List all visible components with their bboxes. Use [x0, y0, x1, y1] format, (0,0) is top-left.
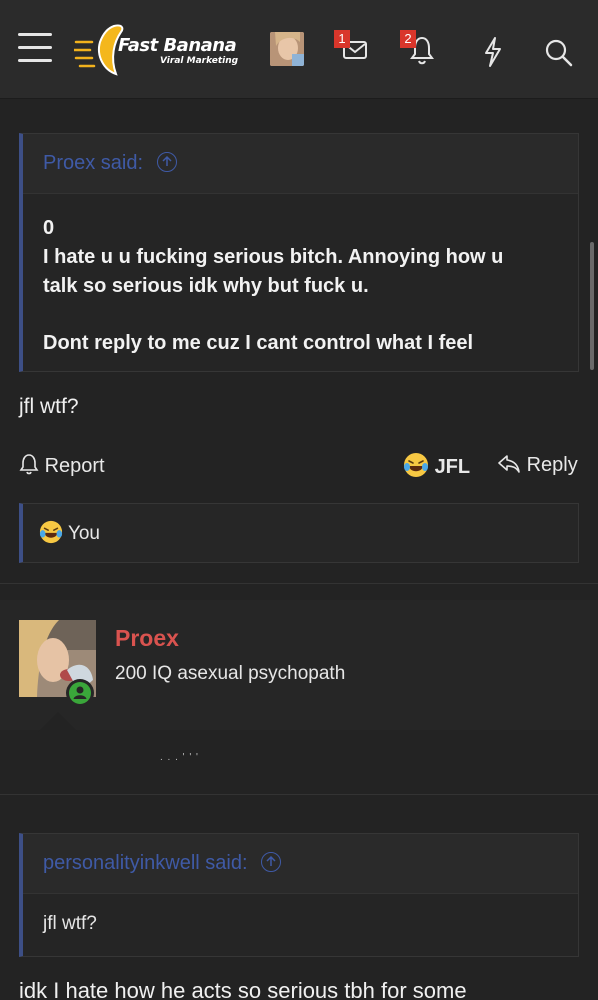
inbox-button[interactable]: 1 — [334, 30, 368, 68]
whats-new-button[interactable] — [478, 30, 512, 68]
top-navbar: Fast Banana Viral Marketing 1 2 — [0, 0, 598, 99]
quote-line: I hate u u fucking serious bitch. Annoyi… — [43, 246, 504, 268]
logo-title: Fast Banana — [118, 35, 237, 56]
quote-header[interactable]: personalityinkwell said: — [23, 834, 578, 894]
account-avatar[interactable] — [270, 32, 304, 66]
message-pointer — [38, 712, 78, 732]
quote-content: jfl wtf? — [23, 894, 578, 956]
quote-block: Proex said: 0 I hate u u fucking serious… — [19, 133, 579, 372]
quote-author-label: Proex said: — [43, 152, 144, 174]
bell-icon — [19, 454, 39, 475]
quote-author-label: personalityinkwell said: — [43, 852, 248, 874]
quote-scrollbar[interactable] — [590, 242, 594, 370]
post-divider — [0, 583, 598, 584]
search-icon — [545, 39, 573, 67]
reply-icon — [498, 455, 520, 473]
online-indicator — [66, 679, 94, 707]
jump-to-quote-icon[interactable] — [156, 152, 177, 172]
report-button[interactable]: Report — [19, 453, 105, 478]
reply-button[interactable]: Reply — [497, 453, 578, 477]
alerts-badge: 2 — [400, 30, 416, 48]
quote-line: Dont reply to me cuz I cant control what… — [43, 332, 474, 354]
site-logo[interactable]: Fast Banana Viral Marketing — [74, 20, 239, 80]
laughing-emoji-icon — [39, 520, 63, 544]
laughing-emoji-icon — [404, 453, 428, 477]
inbox-badge: 1 — [334, 30, 350, 48]
reaction-label: JFL — [434, 456, 471, 478]
reactions-bar[interactable]: You — [19, 503, 579, 563]
post-message: jfl wtf? — [19, 395, 79, 418]
reactions-by: You — [67, 523, 100, 544]
quote-block: personalityinkwell said: jfl wtf? — [19, 833, 579, 957]
quote-content: 0 I hate u u fucking serious bitch. Anno… — [23, 194, 578, 371]
username-link[interactable]: Proex — [115, 625, 179, 652]
reply-label: Reply — [526, 454, 578, 476]
quote-line: 0 — [43, 217, 55, 239]
react-button[interactable]: JFL — [403, 452, 470, 479]
quote-header[interactable]: Proex said: — [23, 134, 578, 194]
user-title: 200 IQ asexual psychopath — [115, 663, 346, 684]
logo-subtitle: Viral Marketing — [160, 56, 239, 66]
quote-line: talk so serious idk why but fuck u. — [43, 275, 369, 297]
alerts-button[interactable]: 2 — [400, 30, 434, 68]
post-divider — [0, 794, 598, 795]
menu-icon[interactable] — [18, 33, 52, 63]
bolt-icon — [485, 37, 501, 67]
report-label: Report — [44, 455, 105, 477]
search-button[interactable] — [542, 30, 576, 68]
truncated-text: . . . ' ' ' — [160, 752, 199, 763]
user-online-icon — [69, 682, 91, 704]
post-message: idk I hate how he acts so serious tbh fo… — [19, 978, 467, 1000]
jump-to-quote-icon[interactable] — [261, 852, 282, 872]
